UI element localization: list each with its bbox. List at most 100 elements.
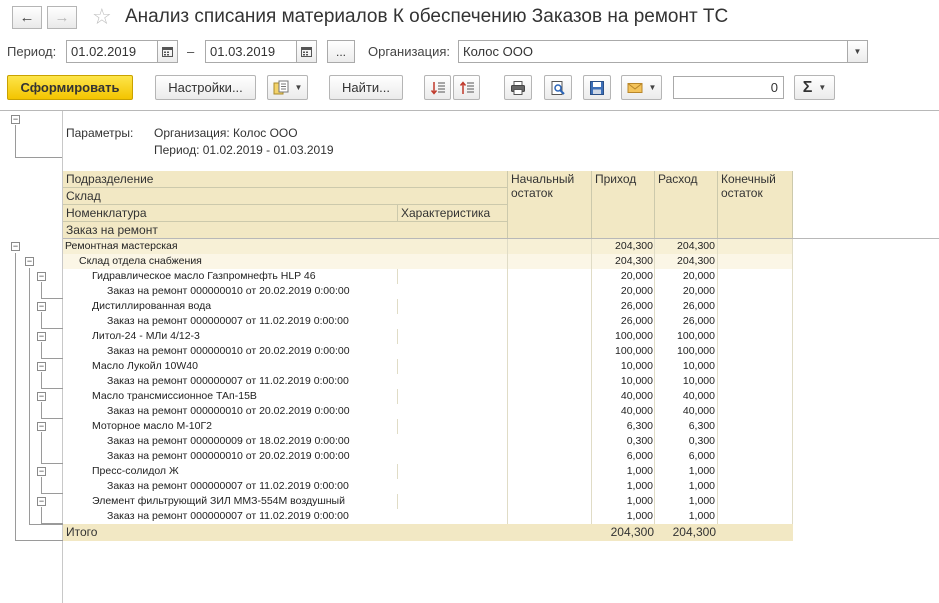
- page-title: Анализ списания материалов К обеспечению…: [125, 6, 729, 27]
- table-row[interactable]: Склад отдела снабжения 204,300 204,300: [63, 254, 793, 269]
- opening-cell: [508, 329, 592, 344]
- table-row[interactable]: Заказ на ремонт 000000009 от 18.02.2019 …: [63, 434, 793, 449]
- organization-dropdown-button[interactable]: ▼: [847, 40, 868, 63]
- opening-cell: [508, 479, 592, 494]
- date-from-input[interactable]: 01.02.2019: [66, 40, 158, 63]
- table-row[interactable]: Литол-24 - МЛи 4/12-3 100,000 100,000: [63, 329, 793, 344]
- period-select-button[interactable]: ...: [327, 40, 355, 63]
- collapse-group-toggle[interactable]: −: [37, 392, 46, 401]
- closing-cell: [718, 404, 793, 419]
- closing-cell: [718, 434, 793, 449]
- characteristic-cell: [398, 329, 508, 344]
- header-characteristic: Характеристика: [398, 205, 508, 222]
- characteristic-cell: [398, 494, 508, 509]
- print-preview-icon: [551, 80, 565, 95]
- table-row[interactable]: Гидравлическое масло Газпромнефть HLP 46…: [63, 269, 793, 284]
- table-row[interactable]: Заказ на ремонт 000000007 от 11.02.2019 …: [63, 479, 793, 494]
- send-email-button[interactable]: ▼: [621, 75, 662, 100]
- sigma-icon: Σ: [802, 78, 813, 96]
- row-label-cell: [63, 374, 508, 389]
- collapse-group-toggle[interactable]: −: [37, 467, 46, 476]
- table-row[interactable]: Заказ на ремонт 000000007 от 11.02.2019 …: [63, 509, 793, 524]
- tree-line: [15, 253, 16, 540]
- date-from-calendar-button[interactable]: [157, 40, 178, 63]
- table-row[interactable]: Моторное масло М-10Г2 6,300 6,300: [63, 419, 793, 434]
- totals-income: 204,300: [610, 525, 654, 539]
- chevron-down-icon: ▼: [818, 83, 827, 92]
- collapse-group-toggle[interactable]: −: [37, 272, 46, 281]
- tree-line: [15, 157, 62, 158]
- header-opening-balance: Начальный остаток: [508, 171, 592, 239]
- params-organization: Организация: Колос ООО: [154, 126, 298, 140]
- preview-button[interactable]: [544, 75, 572, 100]
- variant-menu-button[interactable]: ▼: [267, 75, 308, 100]
- collapse-group-toggle[interactable]: −: [37, 302, 46, 311]
- opening-cell: [508, 344, 592, 359]
- table-row[interactable]: Заказ на ремонт 000000010 от 20.02.2019 …: [63, 404, 793, 419]
- table-row[interactable]: Дистиллированная вода 26,000 26,000: [63, 299, 793, 314]
- sum-value-field[interactable]: 0: [673, 76, 784, 99]
- save-button[interactable]: [583, 75, 611, 100]
- date-to-input[interactable]: 01.03.2019: [205, 40, 297, 63]
- closing-cell: [718, 329, 793, 344]
- row-label-cell: [63, 254, 508, 269]
- collapse-group-toggle[interactable]: −: [37, 497, 46, 506]
- income-cell-border: [592, 344, 655, 359]
- opening-cell: [508, 374, 592, 389]
- forward-button[interactable]: →: [47, 6, 77, 29]
- opening-cell: [508, 449, 592, 464]
- income-cell-border: [592, 389, 655, 404]
- find-button[interactable]: Найти...: [329, 75, 403, 100]
- expense-cell-border: [655, 374, 718, 389]
- table-row[interactable]: Заказ на ремонт 000000010 от 20.02.2019 …: [63, 344, 793, 359]
- row-label-cell: [63, 239, 508, 254]
- closing-cell: [718, 299, 793, 314]
- characteristic-cell: [398, 389, 508, 404]
- expense-cell-border: [655, 359, 718, 374]
- nomenclature-cell: [63, 389, 398, 404]
- header-repair-order: Заказ на ремонт: [63, 222, 508, 239]
- collapse-group-toggle[interactable]: −: [37, 362, 46, 371]
- calendar-icon: [162, 47, 173, 57]
- tree-line: [29, 524, 63, 525]
- closing-cell: [718, 269, 793, 284]
- tree-line: [29, 268, 30, 525]
- table-row[interactable]: Заказ на ремонт 000000007 от 11.02.2019 …: [63, 374, 793, 389]
- table-row[interactable]: Пресс-солидол Ж 1,000 1,000: [63, 464, 793, 479]
- collapse-group-toggle[interactable]: −: [11, 242, 20, 251]
- expense-cell-border: [655, 344, 718, 359]
- opening-cell: [508, 419, 592, 434]
- settings-button[interactable]: Настройки...: [155, 75, 256, 100]
- collapse-params-toggle[interactable]: −: [11, 115, 20, 124]
- opening-cell: [508, 509, 592, 524]
- nomenclature-cell: [63, 269, 398, 284]
- table-row[interactable]: Элемент фильтрующий ЗИЛ ММЗ-554М воздушн…: [63, 494, 793, 509]
- table-row[interactable]: Масло трансмиссионное ТАп-15В 40,000 40,00…: [63, 389, 793, 404]
- favorite-star-icon[interactable]: ☆: [92, 4, 112, 30]
- opening-cell: [508, 299, 592, 314]
- table-row[interactable]: Масло Лукойл 10W40 10,000 10,000: [63, 359, 793, 374]
- collapse-all-button[interactable]: [453, 75, 480, 100]
- table-row[interactable]: Заказ на ремонт 000000010 от 20.02.2019 …: [63, 449, 793, 464]
- expense-cell-border: [655, 329, 718, 344]
- income-cell-border: [592, 479, 655, 494]
- expense-cell-border: [655, 479, 718, 494]
- table-row[interactable]: Заказ на ремонт 000000010 от 20.02.2019 …: [63, 284, 793, 299]
- collapse-group-toggle[interactable]: −: [37, 332, 46, 341]
- generate-report-button[interactable]: Сформировать: [7, 75, 133, 100]
- tree-line: [41, 328, 63, 329]
- print-button[interactable]: [504, 75, 532, 100]
- collapse-group-toggle[interactable]: −: [37, 422, 46, 431]
- table-row[interactable]: Ремонтная мастерская 204,300 204,300: [63, 239, 793, 254]
- collapse-group-toggle[interactable]: −: [25, 257, 34, 266]
- organization-input[interactable]: Колос ООО: [458, 40, 848, 63]
- opening-cell: [508, 464, 592, 479]
- totals-label: Итого: [66, 525, 98, 539]
- sum-function-button[interactable]: Σ ▼: [794, 75, 835, 100]
- date-to-calendar-button[interactable]: [296, 40, 317, 63]
- tree-line: [41, 372, 42, 389]
- back-button[interactable]: ←: [12, 6, 42, 29]
- table-row[interactable]: Заказ на ремонт 000000007 от 11.02.2019 …: [63, 314, 793, 329]
- row-label-cell: [63, 404, 508, 419]
- expand-all-button[interactable]: [424, 75, 451, 100]
